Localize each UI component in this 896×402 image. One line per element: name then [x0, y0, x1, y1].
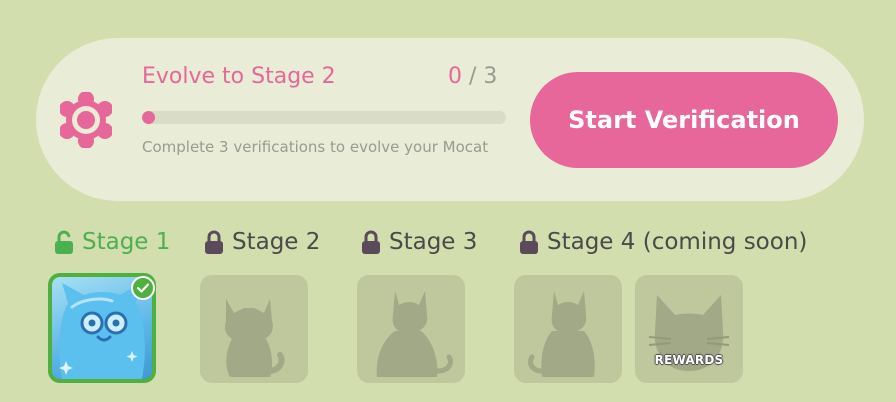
stage-3-silhouette-tile[interactable]	[357, 275, 465, 383]
check-icon	[131, 276, 155, 300]
start-verification-button[interactable]: Start Verification	[530, 72, 838, 168]
stage-4-label[interactable]: Stage 4 (coming soon)	[519, 229, 807, 255]
stage-label-text: Stage 1	[82, 229, 171, 255]
stage-label-text: Stage 4 (coming soon)	[547, 229, 808, 255]
lock-icon	[205, 230, 223, 254]
verification-counter: 0 / 3	[448, 64, 497, 89]
evolve-title: Evolve to Stage 2	[142, 64, 336, 89]
evolve-progress-bar	[142, 111, 506, 124]
cat-silhouette-icon	[527, 291, 595, 377]
stage-4-silhouette-tile[interactable]	[514, 275, 622, 383]
stage-1-label[interactable]: Stage 1	[54, 229, 170, 255]
progress-fill	[142, 111, 155, 124]
counter-current: 0	[448, 64, 462, 89]
cat-silhouette-icon	[376, 291, 453, 377]
rewards-label: REWARDS	[654, 353, 724, 367]
stage-label-text: Stage 2	[232, 229, 321, 255]
evolve-hint: Complete 3 verifications to evolve your …	[142, 138, 489, 156]
counter-separator: /	[462, 64, 484, 89]
stage-3-label[interactable]: Stage 3	[361, 229, 477, 255]
stage-2-silhouette-tile[interactable]	[200, 275, 308, 383]
lock-icon	[520, 230, 538, 254]
lock-icon	[362, 230, 380, 254]
stage-label-text: Stage 3	[389, 229, 478, 255]
stage-2-label[interactable]: Stage 2	[204, 229, 320, 255]
counter-total: 3	[483, 64, 498, 89]
unlock-icon	[55, 230, 73, 254]
kitten-silhouette-icon	[224, 299, 285, 377]
flower-badge-icon	[60, 92, 112, 148]
rewards-tile[interactable]: REWARDS	[635, 275, 743, 383]
